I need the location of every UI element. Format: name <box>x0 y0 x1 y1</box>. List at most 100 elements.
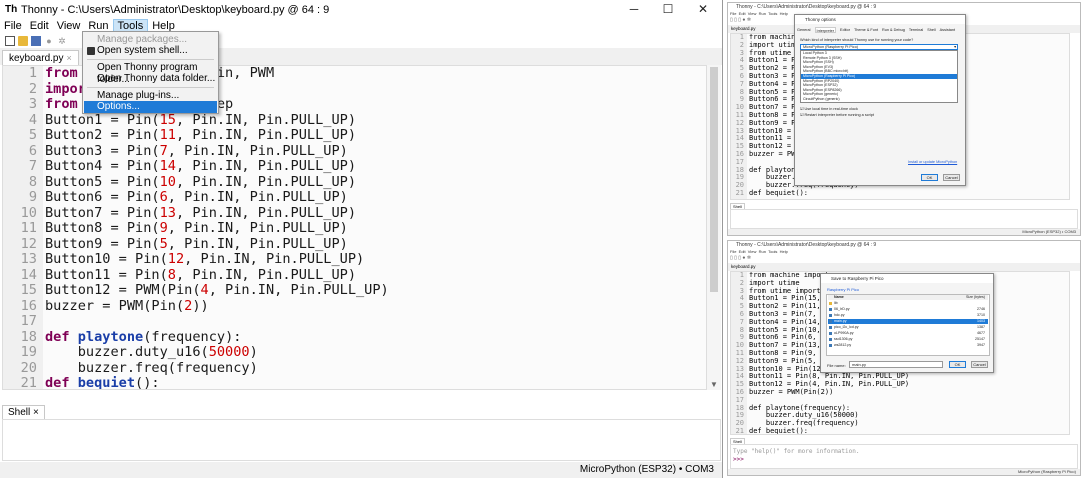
checkbox-label: Use local time in real-time clock <box>804 107 858 111</box>
open-file-icon[interactable] <box>18 35 28 46</box>
code-line[interactable]: Button6 = Pin(6, Pin.IN, Pin.PULL_UP) <box>45 189 706 206</box>
menu-item-open-system-shell[interactable]: Open system shell... <box>84 45 217 57</box>
code-line[interactable]: Button2 = Pin(11, Pin.IN, Pin.PULL_UP) <box>45 127 706 144</box>
interpreter-status[interactable]: MicroPython (Raspberry Pi Pico) <box>728 469 1080 475</box>
code-line[interactable]: Button4 = Pin(14, Pin.IN, Pin.PULL_UP) <box>45 158 706 175</box>
tools-menu-dropdown: Manage packages... Open system shell... … <box>82 31 219 114</box>
python-file-icon <box>829 320 832 323</box>
interpreter-status[interactable]: MicroPython (ESP32) • COM3 <box>0 462 722 478</box>
python-file-icon <box>829 326 832 329</box>
menu-item-open-data-folder[interactable]: Open Thonny data folder... <box>84 73 217 85</box>
tab-run-debug[interactable]: Run & Debug <box>882 27 905 33</box>
tab-terminal[interactable]: Terminal <box>909 27 923 33</box>
ok-button[interactable]: OK <box>921 174 938 181</box>
shell-console[interactable] <box>730 209 1078 229</box>
shell-console[interactable] <box>2 419 721 461</box>
code-token: playtone <box>77 328 144 345</box>
save-icon[interactable] <box>31 35 41 46</box>
code-line[interactable]: Button12 = PWM(Pin(4, Pin.IN, Pin.PULL_U… <box>45 282 706 299</box>
install-micropython-link[interactable]: Install or update MicroPython <box>908 160 957 164</box>
shell-prompt[interactable]: >>> <box>733 456 1075 464</box>
tab-general[interactable]: General <box>797 27 811 33</box>
line-number: 17 <box>20 313 37 329</box>
file-size: 1403 <box>977 319 985 323</box>
save-to-pico-dialog: Save to Raspberry Pi Pico Raspberry Pi P… <box>820 273 994 373</box>
tab-keyboard-py[interactable]: keyboard.py × <box>2 50 79 65</box>
python-file-icon <box>829 332 832 335</box>
file-name: ssd1306.py <box>834 337 853 341</box>
code-line[interactable] <box>45 314 706 330</box>
cancel-button[interactable]: Cancel <box>971 361 988 368</box>
file-row[interactable]: pico_i2c_lcd.py 1387 <box>828 325 988 330</box>
code-line[interactable]: Button11 = Pin(8, Pin.IN, Pin.PULL_UP) <box>45 267 706 284</box>
ok-button[interactable]: OK <box>949 361 966 368</box>
tab-interpreter[interactable]: Interpreter <box>814 27 837 33</box>
code-token: 6 <box>159 189 168 205</box>
run-icon[interactable]: ● <box>44 36 54 46</box>
menu-view[interactable]: View <box>53 19 85 33</box>
menu-file[interactable]: File <box>0 19 26 33</box>
file-row[interactable]: oLP990A.py 4677 <box>828 331 988 336</box>
line-number-gutter: 1 2 3 4 5 6 7 8 9 10 11 12 13 14 15 16 17 18 19 20 21 <box>731 34 747 199</box>
line-number: 20 <box>20 359 37 376</box>
code-line[interactable]: buzzer.duty_u16(50000) <box>45 344 706 361</box>
close-button[interactable]: ✕ <box>686 0 720 19</box>
minimize-button[interactable]: ─ <box>617 0 651 19</box>
file-row[interactable]: lib <box>828 301 988 306</box>
new-file-icon[interactable] <box>5 35 15 46</box>
line-number: 4 <box>739 294 744 303</box>
code-line[interactable]: buzzer = PWM(Pin(2)) <box>749 388 1069 397</box>
checkbox-local-time[interactable]: ☑ Use local time in real-time clock <box>800 106 858 111</box>
file-row[interactable]: hdc.py 3710 <box>828 313 988 318</box>
code-line[interactable]: def bequiet(): <box>749 427 1069 434</box>
shell-tab[interactable]: Shell × <box>2 405 45 419</box>
line-number-gutter: 1 2 3 4 5 6 7 8 9 10 11 12 13 14 15 16 17 18 19 20 21 <box>3 66 43 389</box>
tab-theme-font[interactable]: Theme & Font <box>854 27 878 33</box>
python-file-icon <box>829 338 832 341</box>
code-line[interactable]: Button8 = Pin(9, Pin.IN, Pin.PULL_UP) <box>45 220 706 237</box>
checkbox-restart-interpreter[interactable]: ☑ Restart interpreter before running a s… <box>800 112 874 117</box>
menu-edit[interactable]: Edit <box>26 19 53 33</box>
code-line[interactable]: buzzer = PWM(Pin(2)) <box>45 298 706 315</box>
file-name-input[interactable]: main.py <box>849 361 943 368</box>
interpreter-option[interactable]: CircuitPython (generic) <box>801 97 957 102</box>
tab-close-icon[interactable]: × <box>66 53 71 63</box>
line-number: 2 <box>739 40 744 49</box>
code-line[interactable]: Button10 = Pin(12, Pin.IN, Pin.PULL_UP) <box>45 251 706 268</box>
title-bar: Th Thonny - C:\Users\Administrator\Deskt… <box>0 0 722 19</box>
code-line[interactable]: Button1 = Pin(15, Pin.IN, Pin.PULL_UP) <box>45 112 706 129</box>
code-line[interactable]: buzzer.freq(frequency) <box>45 360 706 377</box>
code-token: 9 <box>159 220 168 236</box>
terminal-icon <box>87 47 95 55</box>
menu-item-label: Open system shell... <box>97 45 188 56</box>
code-line[interactable]: def bequiet(): <box>45 375 706 389</box>
thonny-main-window: Th Thonny - C:\Users\Administrator\Deskt… <box>0 0 723 478</box>
file-row[interactable]: 06_IrD.py 2746 <box>828 307 988 312</box>
editor-scrollbar[interactable]: ▼ <box>707 65 721 390</box>
tab-shell[interactable]: Shell <box>927 27 935 33</box>
shell-console[interactable]: Type "help()" for more information. >>> <box>730 444 1078 469</box>
code-token: (frequency): <box>143 328 242 345</box>
code-line[interactable]: Button3 = Pin(7, Pin.IN, Pin.PULL_UP) <box>45 143 706 160</box>
line-number: 12 <box>20 235 37 252</box>
code-line[interactable]: def playtone(frequency): <box>45 328 706 346</box>
interpreter-status[interactable]: MicroPython (ESP32) • COM3 <box>728 229 1080 235</box>
code-text[interactable]: from machine import Pin, PWMimport utime… <box>45 66 706 389</box>
code-line[interactable]: def bequiet(): <box>749 189 1069 198</box>
file-row[interactable]: ws2812.py 3947 <box>828 343 988 348</box>
editor-tab[interactable]: keyboard.py <box>728 263 1080 271</box>
maximize-button[interactable]: ☐ <box>651 0 685 19</box>
tab-editor[interactable]: Editor <box>840 27 850 33</box>
tab-assistant[interactable]: Assistant <box>940 27 955 33</box>
file-row[interactable]: main.py 1403 <box>828 319 988 324</box>
file-row[interactable]: ssd1306.py 25147 <box>828 337 988 342</box>
debug-icon[interactable]: ✲ <box>57 36 67 46</box>
code-line[interactable]: Button7 = Pin(13, Pin.IN, Pin.PULL_UP) <box>45 205 706 222</box>
scroll-down-icon[interactable]: ▼ <box>707 380 721 389</box>
code-token: , Pin.IN, Pin.PULL_UP) <box>184 251 365 267</box>
menu-item-options[interactable]: Options... <box>84 101 217 113</box>
code-line[interactable]: Button5 = Pin(10, Pin.IN, Pin.PULL_UP) <box>45 174 706 191</box>
scrollbar-thumb[interactable] <box>710 67 718 292</box>
cancel-button[interactable]: Cancel <box>943 174 960 181</box>
code-line[interactable]: Button9 = Pin(5, Pin.IN, Pin.PULL_UP) <box>45 236 706 253</box>
